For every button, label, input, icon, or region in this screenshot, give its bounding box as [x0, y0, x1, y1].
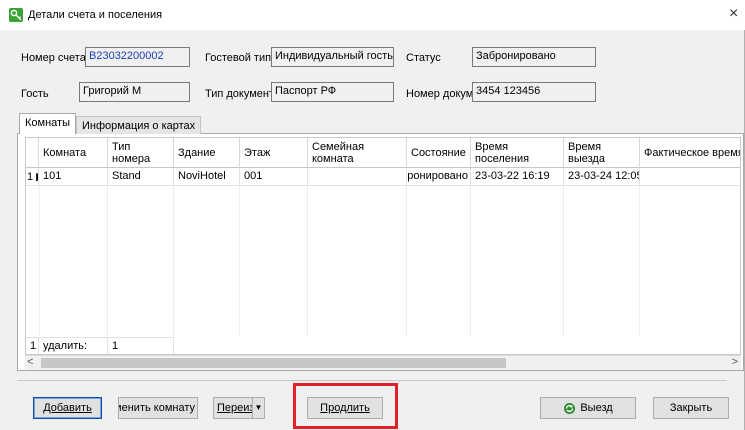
- scroll-right-icon[interactable]: >: [732, 356, 738, 368]
- grid-column-line: [307, 186, 308, 336]
- grid-column-line: [406, 186, 407, 336]
- bottom-separator: [17, 380, 727, 381]
- cell-state[interactable]: Забронировано: [407, 168, 471, 186]
- grid-column-line: [639, 186, 640, 336]
- scroll-left-icon[interactable]: <: [27, 356, 33, 368]
- account-number-field[interactable]: B23032200002: [85, 47, 190, 67]
- guest-type-field[interactable]: Индивидуальный гость: [271, 47, 394, 67]
- cell-state-text: Забронировано: [407, 170, 468, 182]
- doc-type-field[interactable]: Паспорт РФ: [271, 82, 394, 102]
- grid-header-building[interactable]: Здание: [174, 138, 240, 168]
- close-icon[interactable]: ×: [729, 5, 738, 23]
- row-indicator: 1 ▶: [26, 168, 39, 186]
- account-details-window: Детали счета и поселения × Номер счета B…: [0, 0, 745, 430]
- grid-header-state[interactable]: Состояние: [407, 138, 471, 168]
- move-button[interactable]: Переиздать: [213, 397, 253, 419]
- horizontal-scrollbar[interactable]: < >: [25, 355, 741, 370]
- grid-column-line: [563, 186, 564, 336]
- checkout-button[interactable]: Выезд: [540, 397, 636, 419]
- footer-total: 1: [108, 337, 174, 354]
- move-button-label: Переиздать: [217, 402, 252, 414]
- cell-room[interactable]: 101: [39, 168, 108, 186]
- cell-room-type[interactable]: Stand: [108, 168, 174, 186]
- grid-header-room[interactable]: Комната: [39, 138, 108, 168]
- cell-family-room[interactable]: [308, 168, 407, 186]
- status-field[interactable]: Забронировано: [472, 47, 596, 67]
- account-number-label: Номер счета: [21, 52, 86, 64]
- tab-rooms[interactable]: Комнаты: [19, 113, 76, 134]
- window-title: Детали счета и поселения: [28, 9, 163, 21]
- close-button[interactable]: Закрыть: [653, 397, 729, 419]
- grid-header-room-type[interactable]: Тип номера: [108, 138, 174, 168]
- footer-label: удалить:: [39, 337, 108, 354]
- status-label: Статус: [406, 52, 441, 64]
- move-dropdown-arrow-icon[interactable]: ▼: [252, 397, 265, 419]
- rooms-grid: Комната Тип номера Здание Этаж Семейная …: [25, 137, 741, 355]
- scroll-thumb[interactable]: [41, 358, 506, 368]
- extend-button[interactable]: Продлить: [307, 397, 383, 419]
- app-icon: [9, 8, 23, 22]
- guest-label: Гость: [21, 88, 49, 100]
- add-button[interactable]: Добавить: [33, 397, 102, 419]
- footer-count: 1: [26, 337, 39, 354]
- doc-number-field[interactable]: 3454 123456: [472, 82, 596, 102]
- cell-checkout-time[interactable]: 23-03-24 12:05: [564, 168, 640, 186]
- refresh-icon: [564, 402, 576, 414]
- doc-number-label: Номер докум: [406, 88, 474, 100]
- guest-type-label: Гостевой тип: [205, 52, 272, 64]
- grid-column-line: [173, 186, 174, 336]
- grid-header-family-room[interactable]: Семейная комната: [308, 138, 407, 168]
- grid-column-line: [107, 186, 108, 336]
- checkout-button-label: Выезд: [580, 402, 613, 414]
- grid-header-checkout-time[interactable]: Время выезда: [564, 138, 640, 168]
- cell-building[interactable]: NoviHotel: [174, 168, 240, 186]
- cell-actual-time[interactable]: [640, 168, 740, 186]
- grid-header-indicator: [26, 138, 39, 168]
- guest-field[interactable]: Григорий М: [79, 82, 190, 102]
- change-room-button-label: Изменить комнату: [119, 402, 195, 414]
- grid-column-line: [470, 186, 471, 336]
- cell-floor[interactable]: 001: [240, 168, 308, 186]
- grid-header-checkin-time[interactable]: Время поселения: [471, 138, 564, 168]
- grid-header-actual-time[interactable]: Фактическое время: [640, 138, 740, 168]
- change-room-button[interactable]: Изменить комнату: [118, 397, 198, 419]
- grid-column-line: [39, 186, 40, 336]
- extend-button-label: Продлить: [320, 402, 370, 414]
- title-bar: Детали счета и поселения ×: [0, 0, 745, 30]
- tab-card-info[interactable]: Информация о картах: [76, 116, 202, 134]
- cell-checkin-time[interactable]: 23-03-22 16:19: [471, 168, 564, 186]
- grid-header-floor[interactable]: Этаж: [240, 138, 308, 168]
- grid-column-line: [239, 186, 240, 336]
- doc-type-label: Тип документ: [205, 88, 275, 100]
- add-button-label: Добавить: [43, 402, 92, 414]
